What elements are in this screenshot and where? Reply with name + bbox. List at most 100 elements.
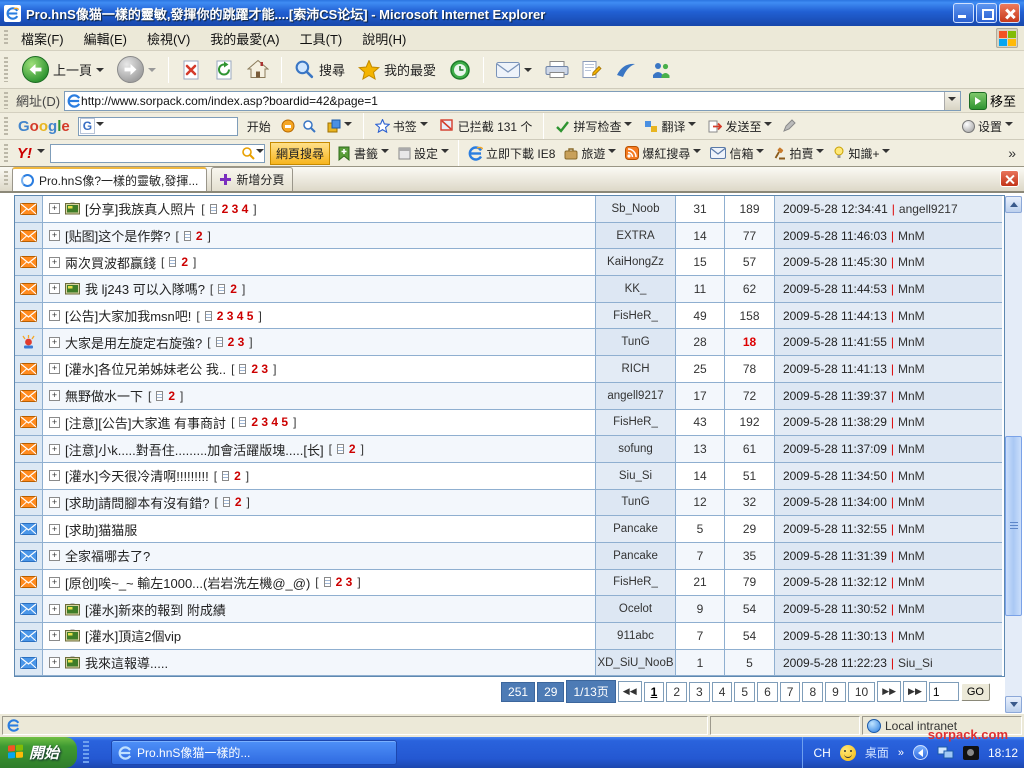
expand-toggle-icon[interactable]: + [49,283,60,294]
yahoo-mail-button[interactable]: 信箱 [708,143,766,164]
last-poster-link[interactable]: MnM [898,335,925,349]
expand-toggle-icon[interactable]: + [49,604,60,615]
address-dropdown-button[interactable] [944,92,960,110]
topic-title-link[interactable]: [原创]唉~_~ 輸左1000...(岩岩洗左機@_@) [65,573,310,592]
author-link[interactable]: Pancake [613,523,658,535]
expand-toggle-icon[interactable]: + [49,310,60,321]
expand-toggle-icon[interactable]: + [49,390,60,401]
expand-toggle-icon[interactable]: + [49,497,60,508]
toolbar-grip[interactable] [4,144,8,162]
new-tab-button[interactable]: 新增分頁 [211,167,293,191]
expand-toggle-icon[interactable]: + [49,444,60,455]
taskbar-window-button[interactable]: Pro.hnS像猫一樣的... [111,740,397,765]
toolbar-grip[interactable] [4,171,8,188]
last-poster-link[interactable]: Siu_Si [898,656,933,670]
page-link[interactable]: 9 [825,682,846,702]
menu-item[interactable]: 我的最愛(A) [201,26,288,51]
author-link[interactable]: EXTRA [616,230,654,242]
current-page[interactable]: 1 [644,682,665,702]
last-poster-link[interactable]: MnM [898,362,925,376]
expand-toggle-icon[interactable]: + [49,417,60,428]
expand-toggle-icon[interactable]: + [49,363,60,374]
last-poster-link[interactable]: MnM [898,522,925,536]
back-dropdown-icon[interactable] [96,68,104,76]
author-link[interactable]: KaiHongZz [607,256,664,268]
topic-page-links[interactable]: 2 3 4 5 [251,415,288,429]
tab-bar-close-button[interactable] [1000,170,1019,187]
author-link[interactable]: sofung [618,443,653,455]
topic-title-link[interactable]: [灌水]各位兄弟姊妹老公 我.. [65,359,226,378]
next-pages-button[interactable]: ▶▶ [877,681,901,702]
translate-button[interactable]: 翻译 [641,116,699,137]
page-link[interactable]: 5 [734,682,755,702]
yahoo-knowledge-button[interactable]: 知識+ [831,143,892,164]
yahoo-travel-button[interactable]: 旅遊 [562,143,618,164]
topic-title-link[interactable]: [求助]請問腳本有沒有錯? [65,493,209,512]
last-poster-link[interactable]: MnM [898,495,925,509]
last-poster-link[interactable]: MnM [898,309,925,323]
expand-toggle-icon[interactable]: + [49,203,60,214]
author-link[interactable]: FisHeR_ [613,576,658,588]
topic-page-links[interactable]: 2 [181,255,188,269]
desktop-chevron[interactable]: » [898,747,904,759]
last-poster-link[interactable]: MnM [898,282,925,296]
page-link[interactable]: 10 [848,682,875,702]
topic-title-link[interactable]: 全家福哪去了? [65,546,150,565]
topic-title-link[interactable]: [注意][公告]大家進 有事商討 [65,413,226,432]
topic-title-link[interactable]: 兩次買波都赢錢 [65,253,156,272]
last-poster-link[interactable]: MnM [898,389,925,403]
scrollbar-thumb[interactable] [1005,436,1022,616]
favorites-button[interactable]: 我的最愛 [355,58,439,82]
topic-page-links[interactable]: 2 [235,495,242,509]
yahoo-bookmark-button[interactable]: 書籤 [335,143,391,164]
yahoo-hot-search-button[interactable]: 爆紅搜尋 [623,143,703,164]
edit-button[interactable] [579,57,605,82]
last-poster-link[interactable]: MnM [898,602,925,616]
google-search-input[interactable] [104,119,237,133]
menu-item[interactable]: 編輯(E) [75,26,136,51]
language-indicator[interactable]: CH [813,746,830,760]
topic-page-links[interactable]: 2 [230,282,237,296]
download-ie8-button[interactable]: 立即下載 IE8 [466,143,557,164]
author-link[interactable]: RICH [621,363,649,375]
topic-title-link[interactable]: [贴图]这个是作弊? [65,226,170,245]
author-link[interactable]: Siu_Si [619,470,652,482]
menu-item[interactable]: 檔案(F) [12,26,73,51]
page-jump-input[interactable] [929,682,959,701]
autofill-pen-icon[interactable] [781,118,797,134]
topic-page-links[interactable]: 2 [168,389,175,403]
yahoo-search-input[interactable] [51,146,241,160]
author-link[interactable]: FisHeR_ [613,416,658,428]
topic-page-links[interactable]: 2 3 4 5 [217,309,254,323]
topic-page-links[interactable]: 2 3 4 [222,202,249,216]
last-poster-link[interactable]: MnM [898,469,925,483]
yahoo-logo[interactable]: Y! [17,145,32,162]
go-button[interactable]: 移至 [965,90,1020,111]
toolbar-overflow-button[interactable]: » [1008,145,1016,161]
scroll-down-button[interactable] [1005,696,1022,713]
google-bookmarks-button[interactable]: 书签 [372,116,431,137]
author-link[interactable]: Sb_Noob [612,203,660,215]
menu-item[interactable]: 檢視(V) [138,26,199,51]
desktop-toolbar-label[interactable]: 桌面 [865,744,889,761]
topic-page-links[interactable]: 2 [234,469,241,483]
topic-title-link[interactable]: [灌水]今天很冷清啊!!!!!!!!! [65,466,209,485]
start-button[interactable]: 開始 [0,737,77,768]
topic-title-link[interactable]: [注意]小k.....對吾住.........加會活躍版塊.....[长] [65,440,324,459]
google-start-button[interactable]: 开始 [244,116,274,137]
spellcheck-button[interactable]: 拼写检查 [552,116,635,137]
last-poster-link[interactable]: MnM [898,229,925,243]
site-search-icon[interactable] [302,118,318,134]
topic-title-link[interactable]: [公告]大家加我msn吧! [65,306,191,325]
author-link[interactable]: KK_ [625,283,647,295]
page-link[interactable]: 2 [666,682,687,702]
send-to-button[interactable]: 发送至 [705,116,775,137]
scroll-up-button[interactable] [1005,196,1022,213]
topic-page-links[interactable]: 2 3 [228,335,245,349]
search-button[interactable]: 搜尋 [291,57,348,82]
menu-item[interactable]: 工具(T) [291,26,352,51]
topic-title-link[interactable]: [灌水]新來的報到 附成績 [85,600,226,619]
author-link[interactable]: FisHeR_ [613,310,658,322]
toolbar-grip[interactable] [4,92,8,108]
last-page-button[interactable]: ▶▶ [903,681,927,702]
